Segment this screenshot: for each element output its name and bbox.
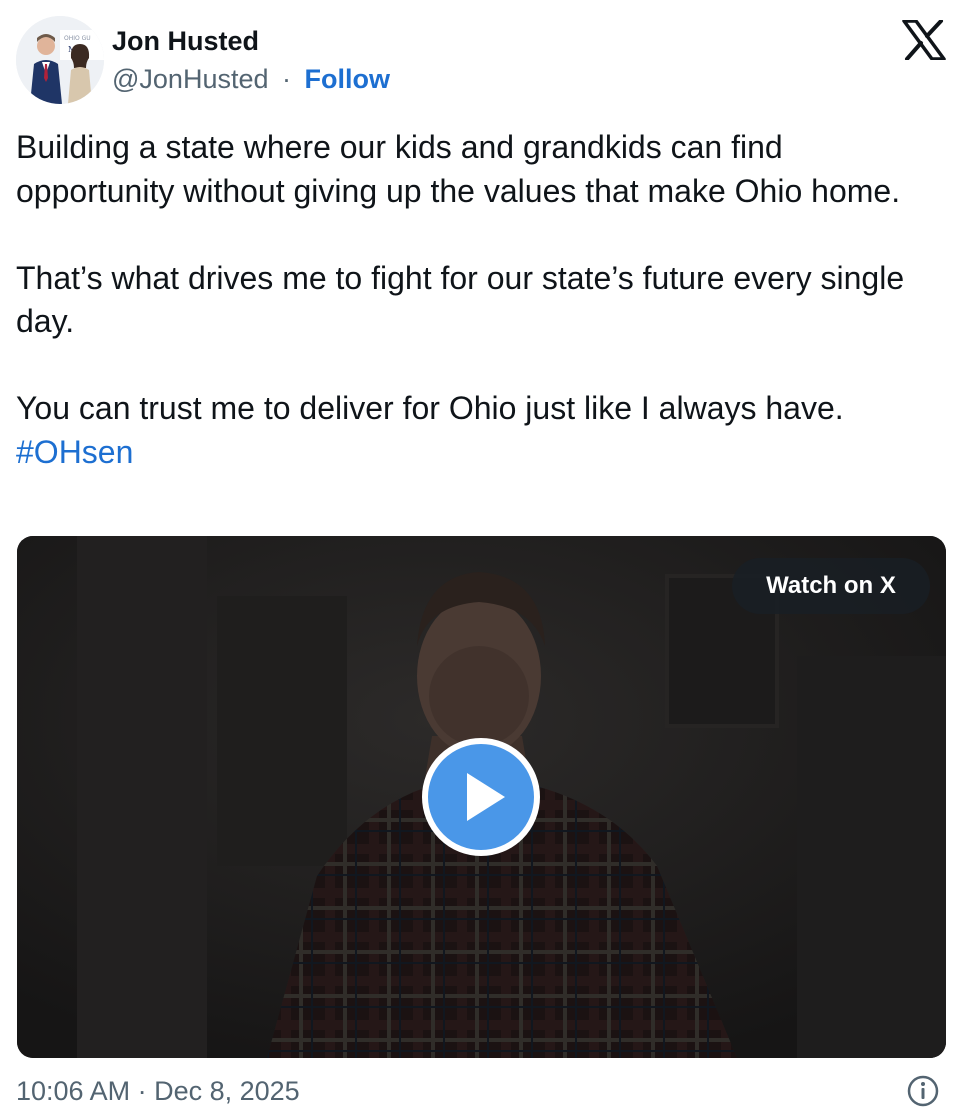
author-name[interactable]: Jon Husted xyxy=(112,24,259,58)
hashtag-link[interactable]: #OHsen xyxy=(16,434,133,470)
watch-on-x-button[interactable]: Watch on X xyxy=(732,558,930,614)
avatar[interactable]: OHIO GU M D xyxy=(16,16,104,104)
tweet-paragraph-3: You can trust me to deliver for Ohio jus… xyxy=(16,390,844,426)
separator-dot: · xyxy=(282,64,292,94)
author-handle-row: @JonHusted · Follow xyxy=(112,62,390,96)
follow-button[interactable]: Follow xyxy=(305,64,390,94)
play-icon[interactable] xyxy=(421,737,541,857)
author-handle[interactable]: @JonHusted xyxy=(112,64,269,94)
tweet-timestamp[interactable]: 10:06 AM · Dec 8, 2025 xyxy=(16,1074,300,1108)
avatar-photo: OHIO GU M D xyxy=(16,16,104,104)
x-logo-icon[interactable] xyxy=(902,20,946,60)
info-icon[interactable] xyxy=(906,1074,940,1108)
avatar-sign-text: OHIO GU xyxy=(64,35,91,42)
tweet-embed: OHIO GU M D Jon Husted @JonHusted · Foll… xyxy=(0,0,970,1120)
tweet-text: Building a state where our kids and gran… xyxy=(16,126,946,474)
tweet-paragraph-2: That’s what drives me to fight for our s… xyxy=(16,259,905,340)
tweet-paragraph-1: Building a state where our kids and gran… xyxy=(16,129,901,209)
